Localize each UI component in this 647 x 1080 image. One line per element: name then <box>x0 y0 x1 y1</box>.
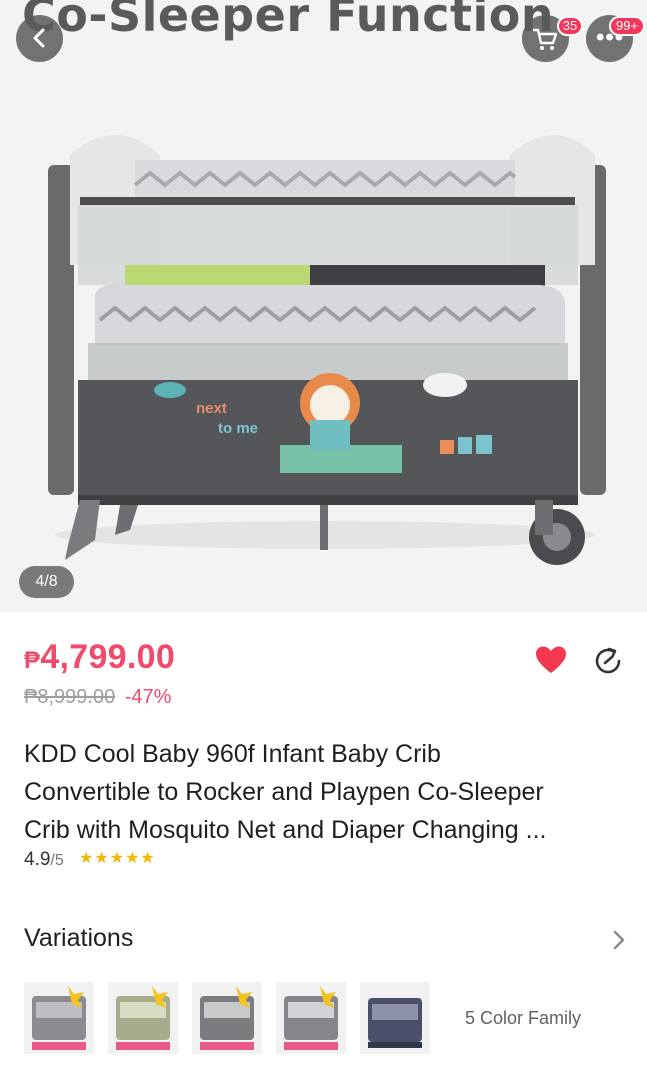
variation-thumbnail-4[interactable] <box>276 982 346 1054</box>
share-icon[interactable] <box>593 645 625 677</box>
variation-thumbnails <box>24 982 430 1054</box>
current-price: ₱4,799.00 <box>24 638 175 677</box>
rating-value: 4.9 <box>24 849 51 870</box>
back-button[interactable] <box>16 15 63 62</box>
star-rating-icon: ★★★★★ <box>79 850 156 867</box>
currency-symbol: ₱ <box>24 647 41 674</box>
heart-icon[interactable] <box>535 645 567 675</box>
chevron-right-icon[interactable] <box>611 929 627 951</box>
color-family-count[interactable]: 5 Color Family <box>465 1008 581 1029</box>
original-price: ₱8,999.00 <box>24 686 116 708</box>
product-title-line: Convertible to Rocker and Playpen Co-Sle… <box>24 778 544 806</box>
price-value: 4,799.00 <box>40 638 176 676</box>
variations-label[interactable]: Variations <box>24 924 133 953</box>
chevron-left-icon <box>33 28 45 48</box>
cart-count-badge: 35 <box>557 16 583 36</box>
rating-max: /5 <box>50 852 64 869</box>
rating-row[interactable]: 4.9/5 ★★★★★ <box>24 848 156 871</box>
variation-thumbnail-1[interactable] <box>24 982 94 1054</box>
original-price-row: ₱8,999.00 -47% <box>24 686 171 709</box>
discount-percent: -47% <box>124 686 172 708</box>
product-title-line: Crib with Mosquito Net and Diaper Changi… <box>24 816 547 844</box>
variation-thumbnail-5[interactable] <box>360 982 430 1054</box>
product-title: KDD Cool Baby 960f Infant Baby Crib Conv… <box>24 735 624 849</box>
product-title-line: KDD Cool Baby 960f Infant Baby Crib <box>24 740 441 768</box>
notification-count-badge: 99+ <box>609 16 645 36</box>
image-heading-text: Co-Sleeper Function <box>22 0 555 42</box>
product-image[interactable]: next to me <box>40 115 615 575</box>
cart-icon <box>532 28 558 50</box>
image-print-text-next: next <box>196 400 227 417</box>
variation-thumbnail-3[interactable] <box>192 982 262 1054</box>
image-print-text-tome: to me <box>218 420 258 437</box>
variation-thumbnail-2[interactable] <box>108 982 178 1054</box>
image-counter: 4/8 <box>19 566 74 598</box>
product-image-gallery[interactable]: Co-Sleeper Function next to me 35 ••• 99… <box>0 0 647 612</box>
